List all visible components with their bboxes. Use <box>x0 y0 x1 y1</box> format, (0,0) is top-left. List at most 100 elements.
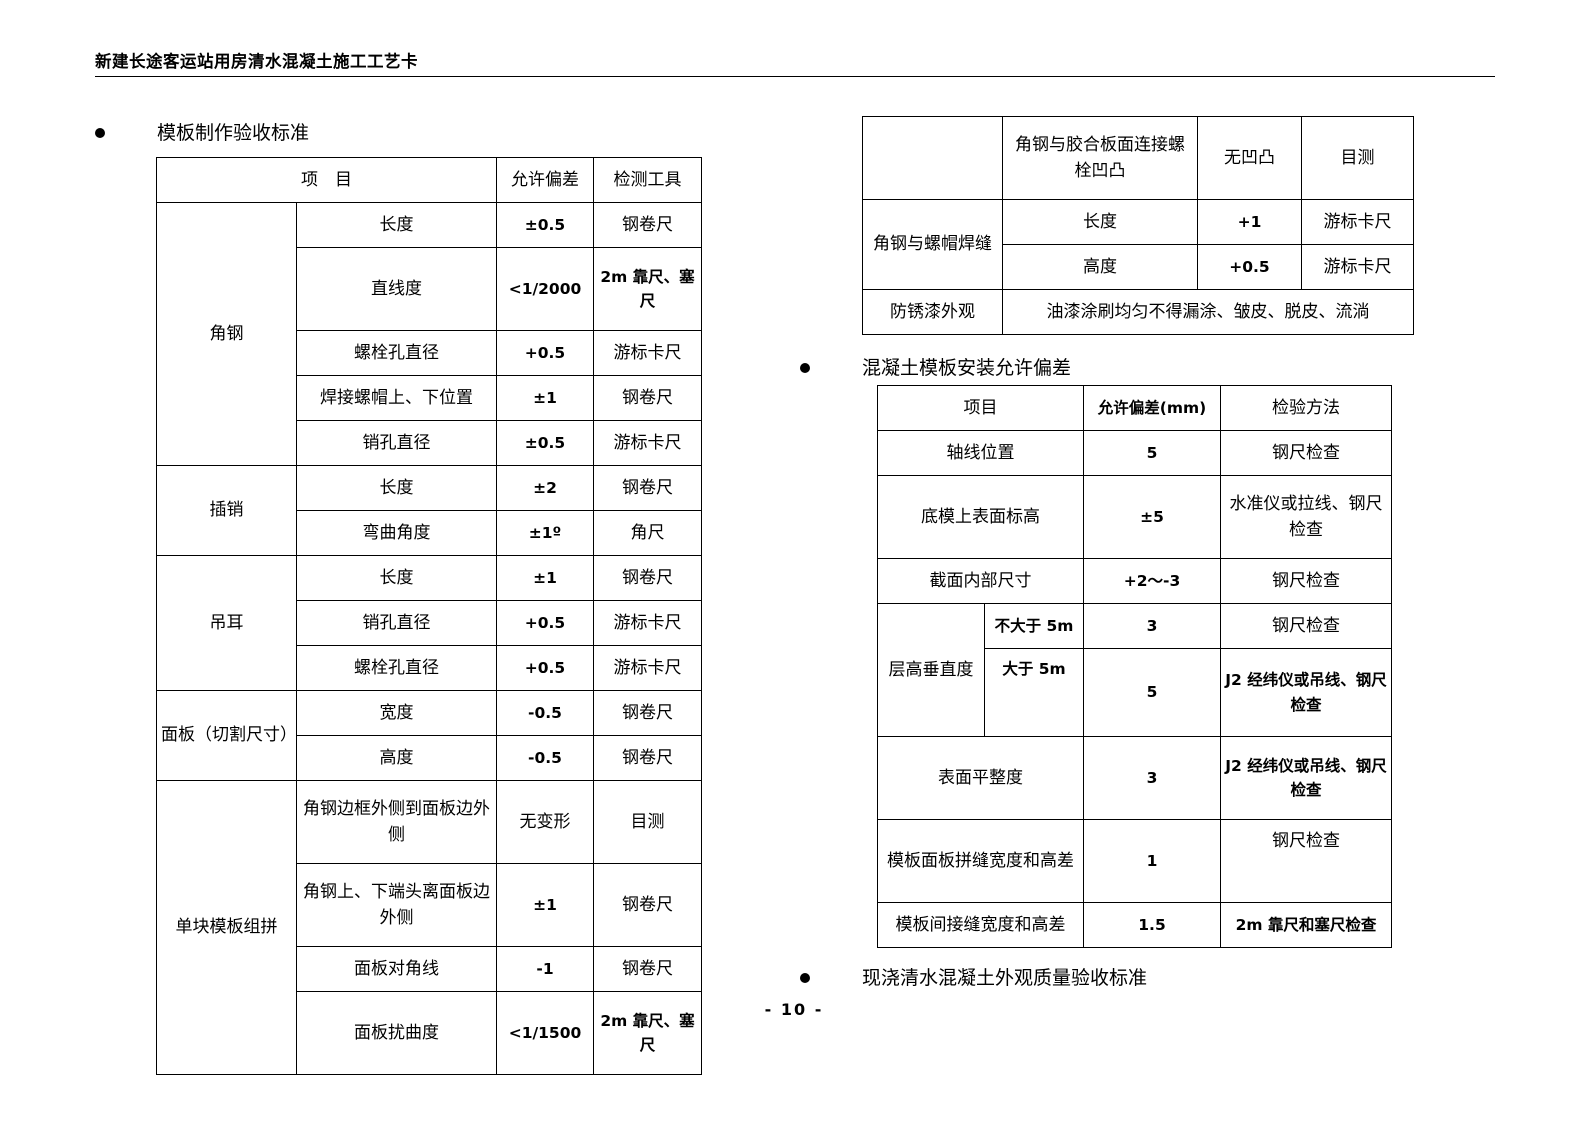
method-cell: 钢尺检查 <box>1220 558 1392 604</box>
page-number: - 10 - <box>764 1000 824 1019</box>
tool-cell: 游标卡尺 <box>593 645 702 691</box>
tool-cell: 钢卷尺 <box>593 465 702 511</box>
item-cell: 角钢与胶合板面连接螺栓凹凸 <box>1002 116 1198 200</box>
header-cell-item: 项目 <box>877 385 1084 431</box>
tool-cell: 2m 靠尺、塞尺 <box>593 247 702 331</box>
table-row: 角钢 长度 ±0.5 钢卷尺 <box>156 202 702 466</box>
header-cell-tool: 检测工具 <box>593 157 702 203</box>
method-cell: 钢尺检查 <box>1220 430 1392 476</box>
group-cell-chaxiao: 插销 <box>156 465 297 556</box>
tool-cell: 目测 <box>593 780 702 864</box>
group-cell-danku-zupin: 单块模板组拼 <box>156 780 297 1075</box>
tool-cell: 钢卷尺 <box>593 375 702 421</box>
tolerance-cell: <1/2000 <box>496 247 594 331</box>
tolerance-cell: +1 <box>1197 199 1302 245</box>
item-cell: 不大于 5m <box>984 603 1084 649</box>
item-cell: 焊接螺帽上、下位置 <box>296 375 497 421</box>
table-row: 底模上表面标高 ±5 水准仪或拉线、钢尺检查 <box>877 475 1392 559</box>
tool-cell: 钢卷尺 <box>593 690 702 736</box>
method-cell: 钢尺检查 <box>1220 603 1392 649</box>
tolerance-cell: +0.5 <box>496 600 594 646</box>
item-cell: 轴线位置 <box>877 430 1084 476</box>
group-cell-antirust-paint: 防锈漆外观 <box>862 289 1003 335</box>
bullet-dot-icon <box>800 973 810 984</box>
method-cell: 钢尺检查 <box>1220 819 1392 903</box>
bullet-dot-icon <box>95 128 105 139</box>
tolerance-cell: ±0.5 <box>496 202 594 248</box>
table-row: 单块模板组拼 角钢边框外侧到面板边外侧 无变形 目测 <box>156 780 702 1075</box>
tolerance-cell: ±0.5 <box>496 420 594 466</box>
table-formwork-installation-tolerance: 项目 允许偏差(mm) 检验方法 轴线位置 5 钢尺检查 底模上表面标高 ±5 … <box>877 385 1392 948</box>
bullet-heading-label: 模板制作验收标准 <box>157 122 310 144</box>
item-cell: 模板间接缝宽度和高差 <box>877 902 1084 948</box>
tool-cell: 钢卷尺 <box>593 946 702 992</box>
item-cell: 长度 <box>296 465 497 511</box>
tolerance-cell: 3 <box>1083 603 1221 649</box>
header-divider <box>95 75 1495 77</box>
item-cell: 销孔直径 <box>296 420 497 466</box>
document-header-title: 新建长途客运站用房清水混凝土施工工艺卡 <box>95 52 418 71</box>
table-formwork-fabrication-acceptance: 项 目 允许偏差 检测工具 角钢 长度 ±0.5 钢卷尺 直线度 <1/2000… <box>156 157 702 1075</box>
tool-cell: 游标卡尺 <box>1301 244 1414 290</box>
antirust-paint-value: 油漆涂刷均匀不得漏涂、皱皮、脱皮、流淌 <box>1002 289 1414 335</box>
header-cell-item: 项 目 <box>156 157 497 203</box>
tool-cell: 钢卷尺 <box>593 735 702 781</box>
item-cell: 长度 <box>296 202 497 248</box>
item-cell: 长度 <box>296 555 497 601</box>
table-row: 表面平整度 3 J2 经纬仪或吊线、钢尺检查 <box>877 736 1392 820</box>
table-header-row: 项目 允许偏差(mm) 检验方法 <box>877 385 1392 431</box>
tolerance-cell: -0.5 <box>496 735 594 781</box>
tool-cell: 钢卷尺 <box>593 555 702 601</box>
item-cell: 角钢上、下端头离面板边外侧 <box>296 863 497 947</box>
bullet-heading-label: 混凝土模板安装允许偏差 <box>862 357 1072 379</box>
group-cell-diaoer: 吊耳 <box>156 555 297 691</box>
item-cell: 高度 <box>1002 244 1198 290</box>
tool-cell: 游标卡尺 <box>593 330 702 376</box>
tolerance-cell: +0.5 <box>496 645 594 691</box>
header-cell-tolerance: 允许偏差 <box>496 157 594 203</box>
tolerance-cell: 1.5 <box>1083 902 1221 948</box>
tolerance-cell: 5 <box>1083 648 1221 737</box>
item-cell: 螺栓孔直径 <box>296 645 497 691</box>
item-cell: 底模上表面标高 <box>877 475 1084 559</box>
tolerance-cell: ±1 <box>496 375 594 421</box>
tool-cell: 角尺 <box>593 510 702 556</box>
item-cell: 模板面板拼缝宽度和高差 <box>877 819 1084 903</box>
item-cell: 销孔直径 <box>296 600 497 646</box>
table-row: 角钢与胶合板面连接螺栓凹凸 无凹凸 目测 <box>862 116 1414 200</box>
tool-cell: 钢卷尺 <box>593 202 702 248</box>
tolerance-cell: ±5 <box>1083 475 1221 559</box>
table-row: 角钢与螺帽焊缝 长度 +1 游标卡尺 <box>862 199 1414 290</box>
table-row: 防锈漆外观 油漆涂刷均匀不得漏涂、皱皮、脱皮、流淌 <box>862 289 1414 335</box>
item-cell: 面板对角线 <box>296 946 497 992</box>
method-cell: J2 经纬仪或吊线、钢尺检查 <box>1220 736 1392 820</box>
tool-cell: 游标卡尺 <box>593 420 702 466</box>
group-cell-weld-seam: 角钢与螺帽焊缝 <box>862 199 1003 290</box>
tolerance-cell: 无变形 <box>496 780 594 864</box>
tolerance-cell: 3 <box>1083 736 1221 820</box>
table-row: 模板间接缝宽度和高差 1.5 2m 靠尺和塞尺检查 <box>877 902 1392 948</box>
tolerance-cell: +0.5 <box>496 330 594 376</box>
header-cell-method: 检验方法 <box>1220 385 1392 431</box>
table-row: 轴线位置 5 钢尺检查 <box>877 430 1392 476</box>
table-row: 面板（切割尺寸） 宽度 -0.5 钢卷尺 <box>156 690 702 781</box>
item-cell: 螺栓孔直径 <box>296 330 497 376</box>
tool-cell: 目测 <box>1301 116 1414 200</box>
group-cell-empty <box>862 116 1003 200</box>
table-row: 吊耳 长度 ±1 钢卷尺 <box>156 555 702 691</box>
bullet-heading-appearance-acceptance: 现浇清水混凝土外观质量验收标准 <box>800 967 1147 990</box>
document-header: 新建长途客运站用房清水混凝土施工工艺卡 <box>95 52 1495 77</box>
tolerance-cell: ±1 <box>496 555 594 601</box>
group-cell-mianban: 面板（切割尺寸） <box>156 690 297 781</box>
tolerance-cell: ±1º <box>496 510 594 556</box>
document-page: 新建长途客运站用房清水混凝土施工工艺卡 模板制作验收标准 项 目 允许偏差 检测… <box>0 0 1588 1123</box>
tolerance-cell: 5 <box>1083 430 1221 476</box>
bullet-heading-label: 现浇清水混凝土外观质量验收标准 <box>862 967 1148 989</box>
header-cell-tolerance: 允许偏差(mm) <box>1083 385 1221 431</box>
bullet-heading-formwork-installation: 混凝土模板安装允许偏差 <box>800 357 1071 380</box>
item-cell: 弯曲角度 <box>296 510 497 556</box>
table-row: 插销 长度 ±2 钢卷尺 <box>156 465 702 556</box>
method-cell: 水准仪或拉线、钢尺检查 <box>1220 475 1392 559</box>
table-row: 截面内部尺寸 +2～-3 钢尺检查 <box>877 558 1392 604</box>
item-cell: 截面内部尺寸 <box>877 558 1084 604</box>
